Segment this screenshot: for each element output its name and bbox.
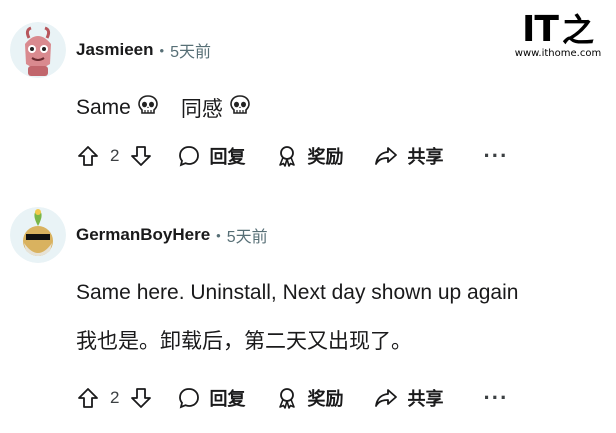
downvote-button[interactable]	[129, 386, 153, 410]
comment-translation: 同感	[180, 98, 223, 121]
vote-count: 2	[110, 146, 120, 165]
ithome-logo: IT 之	[510, 10, 606, 50]
reply-button[interactable]: 回复	[177, 143, 245, 169]
more-options-icon[interactable]: ···	[483, 143, 508, 169]
more-options-icon[interactable]: ···	[483, 385, 508, 411]
logo-it: IT	[522, 9, 559, 50]
share-button[interactable]: 共享	[373, 143, 443, 169]
share-button[interactable]: 共享	[373, 385, 443, 411]
skull-icon	[229, 94, 251, 122]
author-name[interactable]: GermanBoyHere	[76, 225, 210, 245]
award-button[interactable]: 奖励	[275, 385, 343, 411]
award-icon	[279, 388, 296, 409]
upvote-icon	[78, 388, 98, 408]
share-label: 共享	[407, 389, 444, 409]
comment-text: Same here. Uninstall, Next day shown up …	[76, 281, 519, 304]
upvote-button[interactable]	[76, 386, 100, 410]
comment-header: GermanBoyHere • 5天前	[10, 205, 268, 265]
share-icon	[375, 147, 398, 165]
watermark-url: www.ithome.com	[514, 48, 602, 59]
timestamp[interactable]: 5天前	[170, 38, 211, 62]
award-label: 奖励	[307, 389, 344, 409]
comment-text: Same	[76, 96, 131, 119]
separator-dot: •	[216, 227, 221, 243]
award-label: 奖励	[307, 147, 344, 167]
award-button[interactable]: 奖励	[275, 143, 343, 169]
logo-char: 之	[561, 11, 594, 49]
separator-dot: •	[159, 42, 165, 58]
author-name[interactable]: Jasmieen	[76, 40, 154, 60]
timestamp[interactable]: 5天前	[227, 223, 268, 247]
speech-bubble-icon	[179, 146, 200, 167]
downvote-icon	[131, 388, 152, 408]
speech-bubble-icon	[179, 388, 200, 409]
avatar[interactable]	[10, 22, 66, 78]
comment-header: Jasmieen • 5天前	[10, 20, 211, 80]
comment-translation: 我也是。卸载后，第二天又出现了。	[76, 330, 412, 353]
comment-body: Same 同感	[76, 93, 251, 123]
reply-button[interactable]: 回复	[177, 385, 245, 411]
skull-icon	[137, 94, 159, 122]
reply-label: 回复	[209, 389, 246, 409]
ithome-watermark: IT 之 www.ithome.com	[510, 10, 606, 60]
vote-count: 2	[110, 388, 120, 407]
upvote-button[interactable]	[76, 144, 100, 168]
share-label: 共享	[407, 147, 444, 167]
reply-label: 回复	[209, 147, 246, 167]
downvote-button[interactable]	[129, 144, 153, 168]
avatar[interactable]	[10, 207, 66, 263]
comment-actions: 2 回复 奖励 共享 ···	[76, 383, 508, 413]
share-icon	[375, 389, 398, 407]
upvote-icon	[78, 146, 98, 166]
award-icon	[279, 146, 296, 167]
downvote-icon	[131, 146, 152, 166]
comment-actions: 2 回复 奖励 共享 ···	[76, 141, 508, 171]
